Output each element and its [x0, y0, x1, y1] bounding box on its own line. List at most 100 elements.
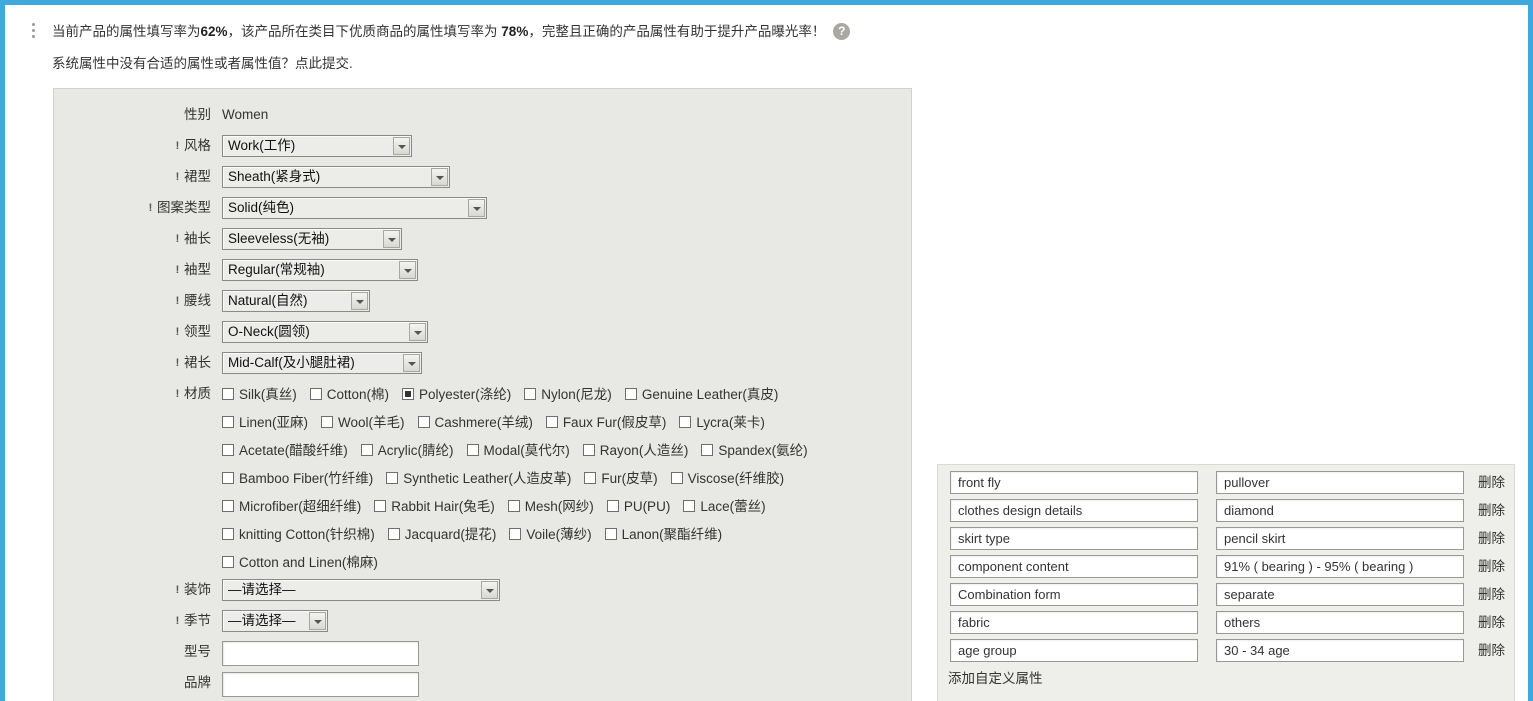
material-option[interactable]: Lace(蕾丝)	[683, 495, 766, 515]
checkbox-icon[interactable]	[582, 444, 595, 456]
material-option[interactable]: Mesh(网纱)	[507, 495, 594, 515]
checkbox-icon[interactable]	[584, 472, 597, 484]
select-裙型[interactable]: Sheath(紧身式)	[222, 166, 450, 188]
checkbox-icon[interactable]	[701, 444, 714, 456]
material-option[interactable]: Modal(莫代尔)	[466, 439, 570, 459]
custom-attribute-value-input[interactable]: pullover	[1216, 471, 1464, 494]
material-option[interactable]: Spandex(氨纶)	[701, 439, 808, 459]
select-袖型[interactable]: Regular(常规袖)	[222, 259, 418, 281]
question-mark-icon[interactable]: ?	[833, 22, 851, 40]
checkbox-icon[interactable]	[374, 500, 387, 512]
delete-attribute-link[interactable]: 删除	[1478, 639, 1505, 662]
chevron-down-icon[interactable]	[403, 354, 420, 372]
material-option[interactable]: Jacquard(提花)	[387, 523, 496, 543]
checkbox-icon[interactable]	[386, 472, 399, 484]
material-option[interactable]: Voile(薄纱)	[509, 523, 592, 543]
input-品牌[interactable]	[222, 672, 419, 697]
material-option[interactable]: Wool(羊毛)	[321, 411, 405, 431]
chevron-down-icon[interactable]	[309, 612, 326, 630]
delete-attribute-link[interactable]: 删除	[1478, 611, 1505, 634]
checkbox-icon[interactable]	[606, 500, 619, 512]
delete-attribute-link[interactable]: 删除	[1478, 555, 1505, 578]
chevron-down-icon[interactable]	[481, 581, 498, 599]
material-option[interactable]: Fur(皮草)	[584, 467, 658, 487]
notice-line-2[interactable]: 系统属性中没有合适的属性或者属性值？点此提交.	[52, 52, 353, 72]
material-option[interactable]: Cashmere(羊绒)	[417, 411, 533, 431]
checkbox-icon[interactable]	[683, 500, 696, 512]
submit-missing-attribute-link[interactable]: 系统属性中没有合适的属性或者属性值？点此提交.	[52, 56, 353, 71]
select-季节[interactable]: —请选择—	[222, 610, 328, 632]
material-option[interactable]: Polyester(涤纶)	[402, 383, 511, 403]
custom-attribute-key-input[interactable]: skirt type	[950, 527, 1198, 550]
material-option[interactable]: Linen(亚麻)	[222, 411, 308, 431]
select-风格[interactable]: Work(工作)	[222, 135, 412, 157]
checkbox-icon[interactable]	[545, 416, 558, 428]
checkbox-icon[interactable]	[222, 556, 234, 568]
checkbox-icon[interactable]	[670, 472, 683, 484]
checkbox-icon[interactable]	[222, 472, 234, 484]
select-裙长[interactable]: Mid-Calf(及小腿肚裙)	[222, 352, 422, 374]
checkbox-icon[interactable]	[222, 416, 234, 428]
material-option[interactable]: knitting Cotton(针织棉)	[222, 523, 375, 543]
material-option[interactable]: Bamboo Fiber(竹纤维)	[222, 467, 373, 487]
delete-attribute-link[interactable]: 删除	[1478, 499, 1505, 522]
material-option[interactable]: Silk(真丝)	[222, 383, 297, 403]
custom-attribute-key-input[interactable]: Combination form	[950, 583, 1198, 606]
select-装饰[interactable]: —请选择—	[222, 579, 500, 601]
chevron-down-icon[interactable]	[409, 323, 426, 341]
checkbox-icon[interactable]	[222, 528, 234, 540]
custom-attribute-value-input[interactable]: separate	[1216, 583, 1464, 606]
select-腰线[interactable]: Natural(自然)	[222, 290, 370, 312]
material-option[interactable]: Lanon(聚酯纤维)	[604, 523, 722, 543]
custom-attribute-value-input[interactable]: 30 - 34 age	[1216, 639, 1464, 662]
custom-attribute-value-input[interactable]: diamond	[1216, 499, 1464, 522]
input-型号[interactable]	[222, 641, 419, 666]
select-领型[interactable]: O-Neck(圆领)	[222, 321, 428, 343]
checkbox-icon[interactable]	[360, 444, 373, 456]
checkbox-icon[interactable]	[417, 416, 430, 428]
custom-attribute-key-input[interactable]: clothes design details	[950, 499, 1198, 522]
material-option[interactable]: Rabbit Hair(兔毛)	[374, 495, 495, 515]
chevron-down-icon[interactable]	[393, 137, 410, 155]
checkbox-icon[interactable]	[309, 388, 322, 400]
material-option[interactable]: Acetate(醋酸纤维)	[222, 439, 348, 459]
checkbox-icon[interactable]	[222, 444, 234, 456]
checkbox-icon[interactable]	[387, 528, 400, 540]
add-custom-attribute-link[interactable]: 添加自定义属性	[948, 667, 1043, 687]
delete-attribute-link[interactable]: 删除	[1478, 583, 1505, 606]
custom-attribute-value-input[interactable]: others	[1216, 611, 1464, 634]
custom-attribute-key-input[interactable]: component content	[950, 555, 1198, 578]
checkbox-icon[interactable]	[604, 528, 617, 540]
checkbox-checked-icon[interactable]	[402, 388, 415, 400]
chevron-down-icon[interactable]	[399, 261, 416, 279]
checkbox-icon[interactable]	[222, 388, 234, 400]
checkbox-icon[interactable]	[509, 528, 522, 540]
checkbox-icon[interactable]	[466, 444, 479, 456]
custom-attribute-key-input[interactable]: age group	[950, 639, 1198, 662]
select-袖长[interactable]: Sleeveless(无袖)	[222, 228, 402, 250]
delete-attribute-link[interactable]: 删除	[1478, 527, 1505, 550]
material-option[interactable]: Faux Fur(假皮草)	[545, 411, 666, 431]
checkbox-icon[interactable]	[222, 500, 234, 512]
material-option[interactable]: Nylon(尼龙)	[524, 383, 612, 403]
checkbox-icon[interactable]	[321, 416, 334, 428]
chevron-down-icon[interactable]	[383, 230, 400, 248]
custom-attribute-value-input[interactable]: 91% ( bearing ) - 95% ( bearing )	[1216, 555, 1464, 578]
material-option[interactable]: Viscose(纤维胶)	[670, 467, 784, 487]
chevron-down-icon[interactable]	[468, 199, 485, 217]
material-option[interactable]: Synthetic Leather(人造皮革)	[386, 467, 571, 487]
material-option[interactable]: PU(PU)	[606, 499, 670, 514]
material-option[interactable]: Microfiber(超细纤维)	[222, 495, 361, 515]
delete-attribute-link[interactable]: 删除	[1478, 471, 1505, 494]
custom-attribute-value-input[interactable]: pencil skirt	[1216, 527, 1464, 550]
material-option[interactable]: Cotton and Linen(棉麻)	[222, 551, 378, 571]
checkbox-icon[interactable]	[679, 416, 692, 428]
material-option[interactable]: Lycra(莱卡)	[679, 411, 765, 431]
chevron-down-icon[interactable]	[351, 292, 368, 310]
checkbox-icon[interactable]	[507, 500, 520, 512]
material-option[interactable]: Genuine Leather(真皮)	[624, 383, 778, 403]
chevron-down-icon[interactable]	[431, 168, 448, 186]
material-option[interactable]: Acrylic(腈纶)	[360, 439, 454, 459]
checkbox-icon[interactable]	[624, 388, 637, 400]
material-option[interactable]: Rayon(人造丝)	[582, 439, 688, 459]
